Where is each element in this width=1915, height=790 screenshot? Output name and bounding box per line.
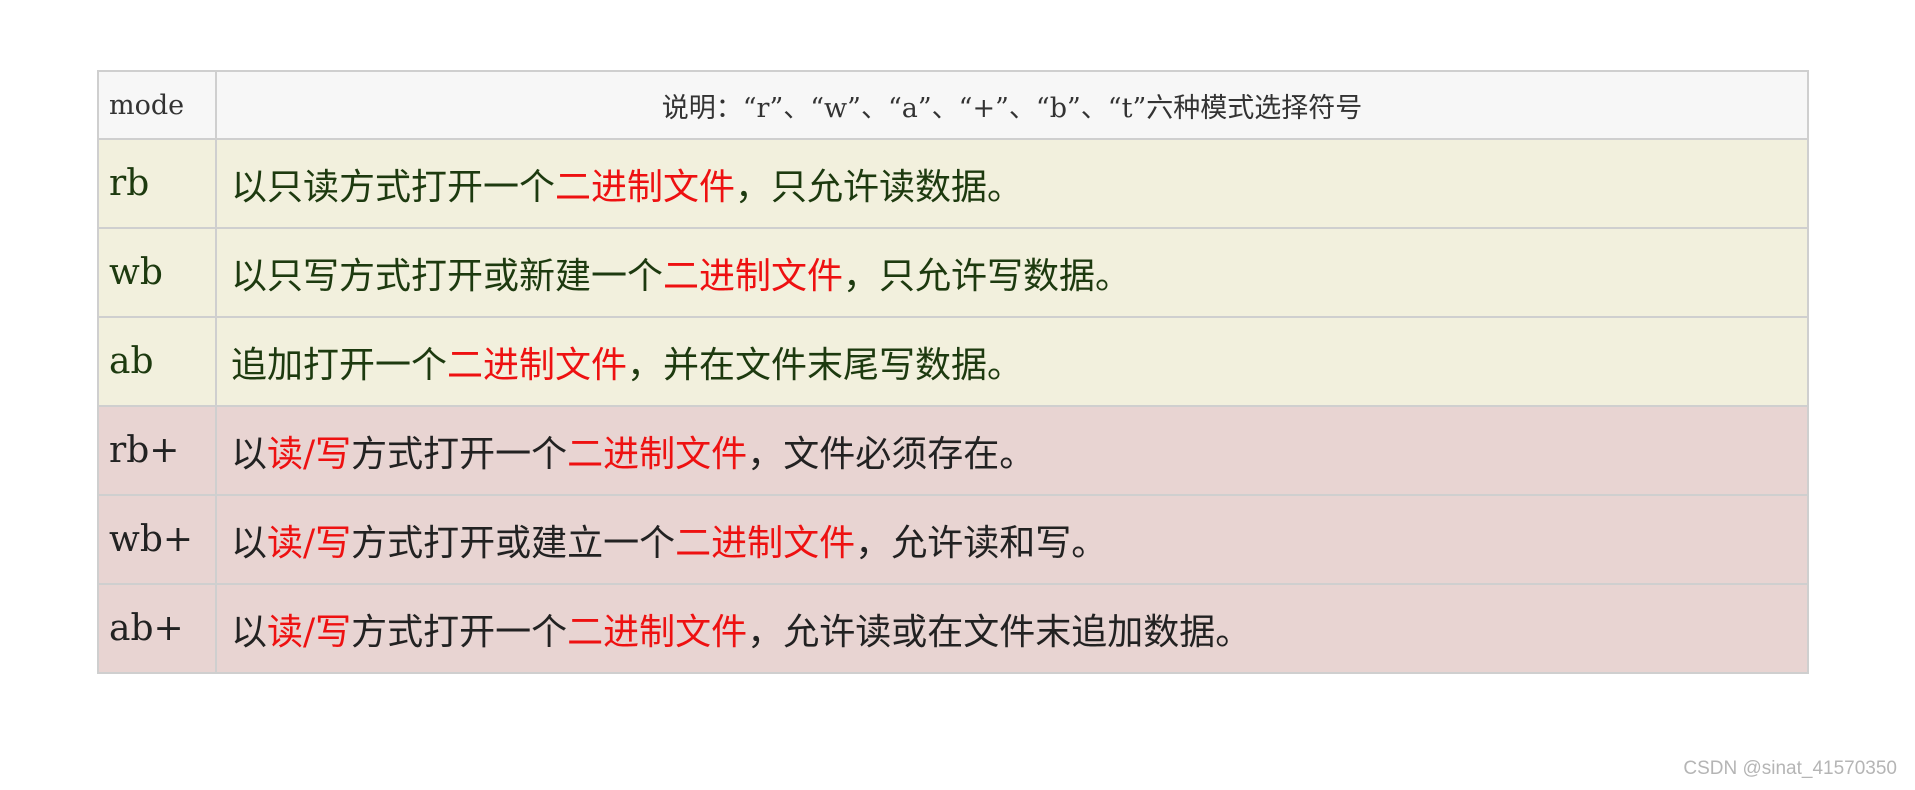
description-text: 以 (231, 522, 268, 564)
description-text: ，允许读或在文件末追加数据。 (747, 611, 1252, 653)
file-mode-table: mode 说明：“r”、“w”、“a”、“+”、“b”、“t”六种模式选择符号 … (97, 70, 1809, 674)
watermark: CSDN @sinat_41570350 (1683, 758, 1897, 779)
highlight-text: 二进制文件 (567, 433, 748, 475)
mode-cell: wb (97, 227, 217, 318)
description-text: 以只写方式打开或新建一个 (231, 255, 664, 297)
description-text: 以 (231, 611, 268, 653)
description-text: ，只允许写数据。 (843, 255, 1132, 297)
description-text: 以 (231, 433, 268, 475)
mode-cell: wb+ (97, 494, 217, 585)
description-text: 方式打开或建立一个 (351, 522, 676, 564)
description-text: ，并在文件末尾写数据。 (627, 344, 1024, 386)
description-text: ，只允许读数据。 (735, 166, 1024, 208)
description-cell: 以读/写方式打开一个二进制文件，文件必须存在。 (215, 405, 1809, 496)
mode-cell: ab (97, 316, 217, 407)
description-cell: 以只写方式打开或新建一个二进制文件，只允许写数据。 (215, 227, 1809, 318)
highlight-text: 二进制文件 (675, 522, 856, 564)
highlight-text: 读/写 (267, 611, 352, 653)
description-text: ，允许读和写。 (855, 522, 1108, 564)
description-cell: 以读/写方式打开一个二进制文件，允许读或在文件末追加数据。 (215, 583, 1809, 674)
description-cell: 以读/写方式打开或建立一个二进制文件，允许读和写。 (215, 494, 1809, 585)
highlight-text: 读/写 (267, 522, 352, 564)
mode-cell: ab+ (97, 583, 217, 674)
table-row: wb 以只写方式打开或新建一个二进制文件，只允许写数据。 (97, 227, 1809, 318)
highlight-text: 二进制文件 (447, 344, 628, 386)
table-row: wb+ 以读/写方式打开或建立一个二进制文件，允许读和写。 (97, 494, 1809, 585)
description-cell: 以只读方式打开一个二进制文件，只允许读数据。 (215, 138, 1809, 229)
mode-column-header: mode (97, 70, 217, 140)
table-row: ab 追加打开一个二进制文件，并在文件末尾写数据。 (97, 316, 1809, 407)
table-row: rb+ 以读/写方式打开一个二进制文件，文件必须存在。 (97, 405, 1809, 496)
description-text: ，文件必须存在。 (747, 433, 1036, 475)
table-row: ab+ 以读/写方式打开一个二进制文件，允许读或在文件末追加数据。 (97, 583, 1809, 674)
description-text: 方式打开一个 (351, 611, 568, 653)
table-row: rb 以只读方式打开一个二进制文件，只允许读数据。 (97, 138, 1809, 229)
description-column-header: 说明：“r”、“w”、“a”、“+”、“b”、“t”六种模式选择符号 (215, 70, 1809, 140)
description-text: 以只读方式打开一个 (231, 166, 556, 208)
mode-cell: rb+ (97, 405, 217, 496)
description-text: 方式打开一个 (351, 433, 568, 475)
mode-cell: rb (97, 138, 217, 229)
highlight-text: 二进制文件 (567, 611, 748, 653)
highlight-text: 读/写 (267, 433, 352, 475)
description-text: 追加打开一个 (231, 344, 448, 386)
table-header-row: mode 说明：“r”、“w”、“a”、“+”、“b”、“t”六种模式选择符号 (97, 70, 1809, 140)
highlight-text: 二进制文件 (663, 255, 844, 297)
highlight-text: 二进制文件 (555, 166, 736, 208)
description-cell: 追加打开一个二进制文件，并在文件末尾写数据。 (215, 316, 1809, 407)
